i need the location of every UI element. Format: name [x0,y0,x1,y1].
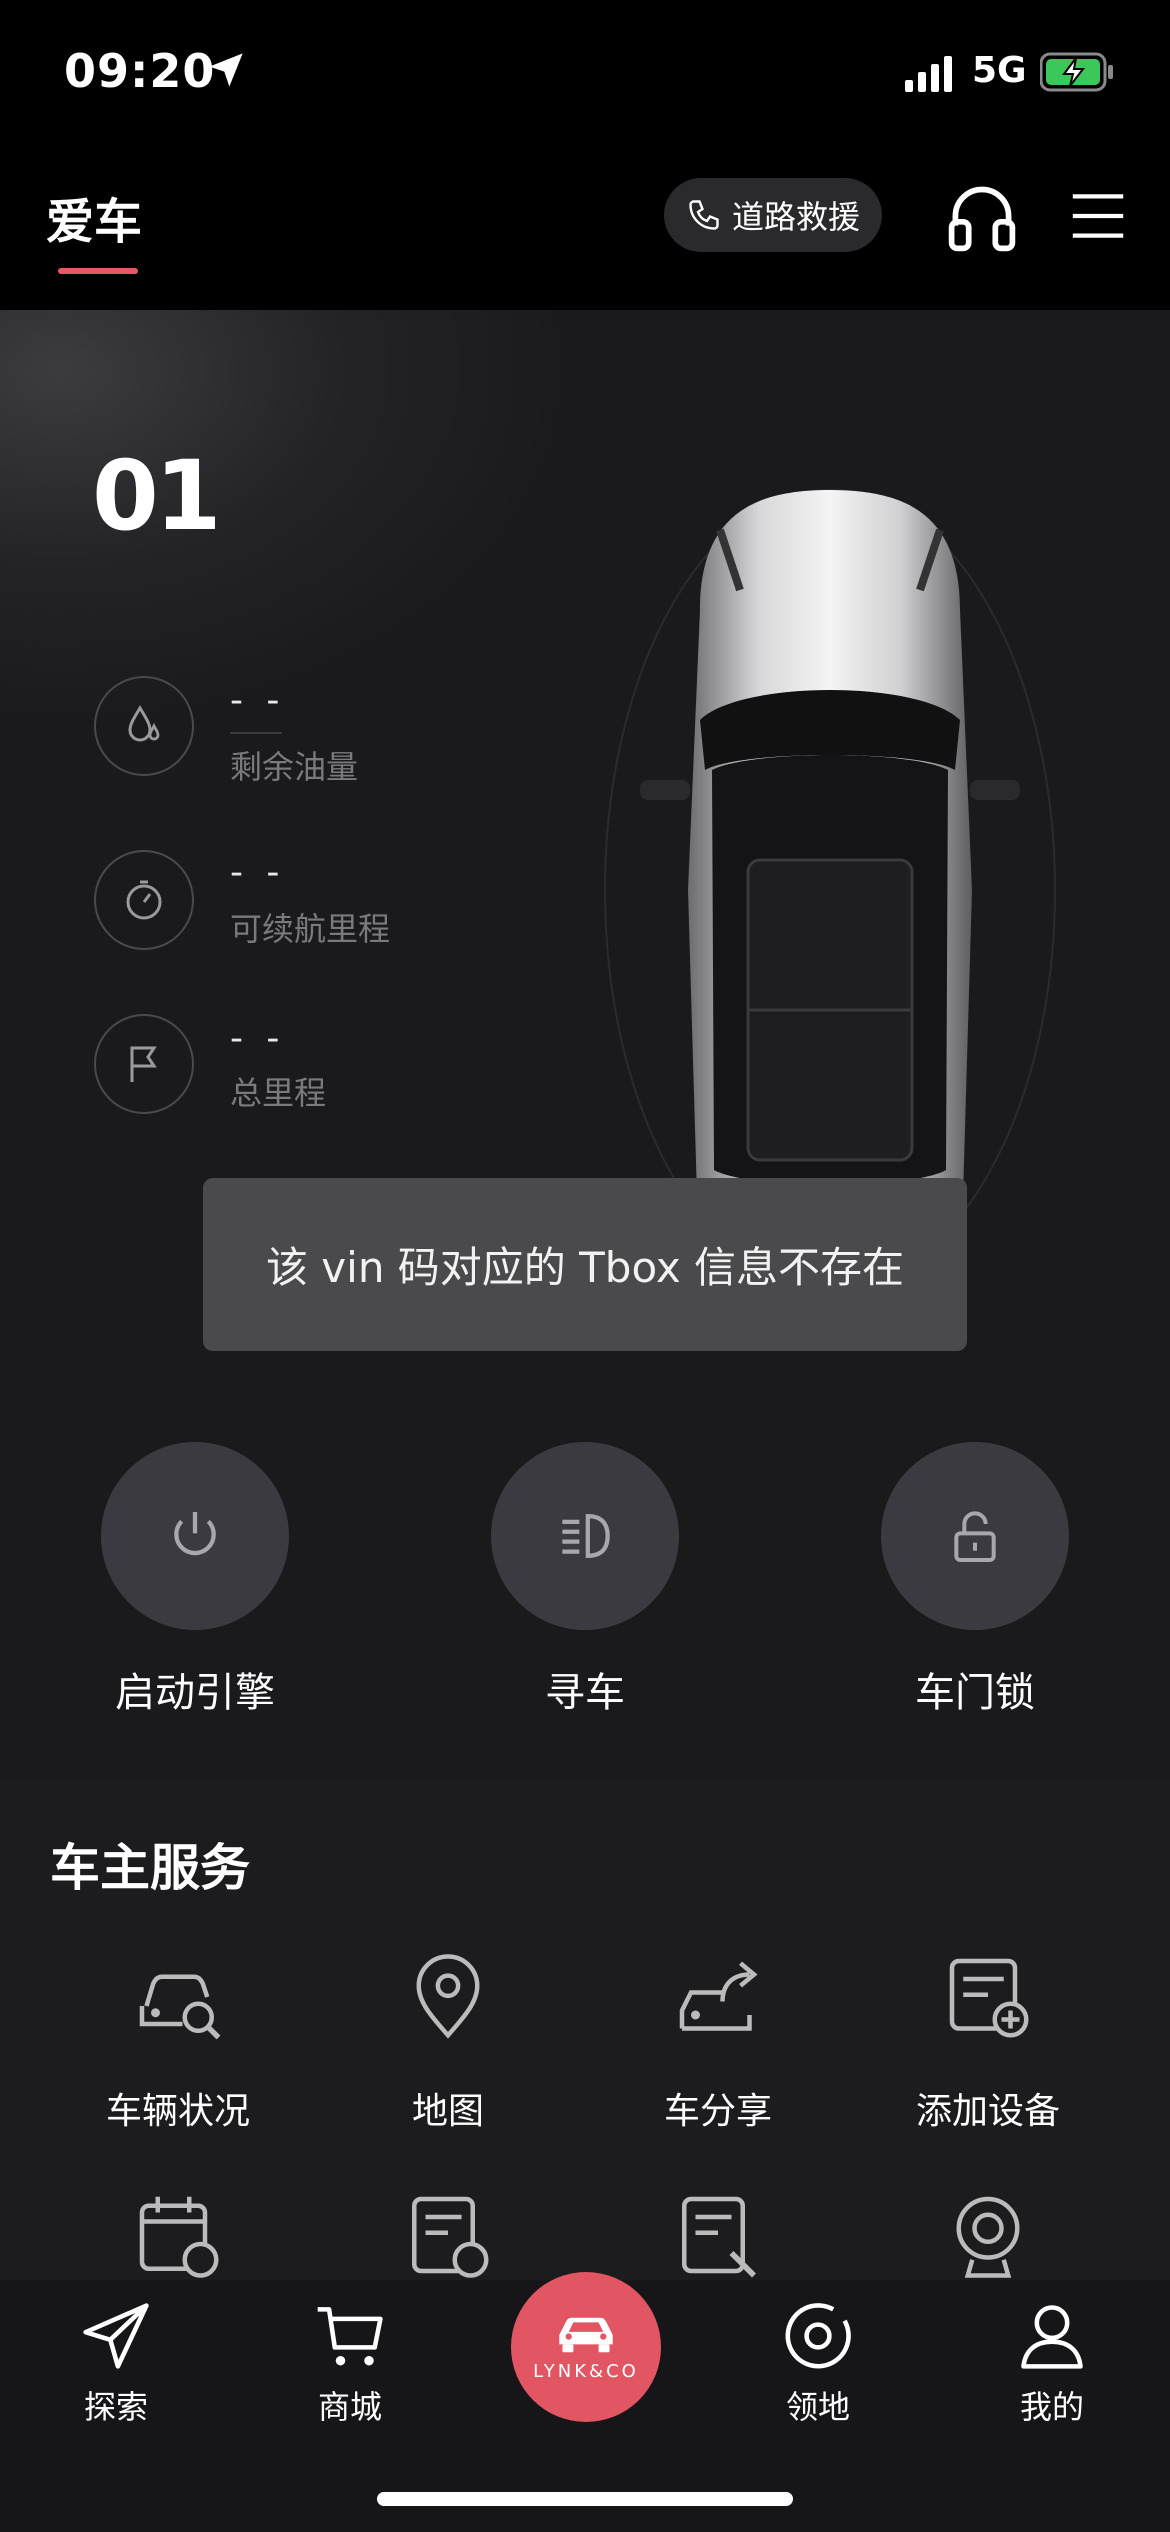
car-icon [559,2317,613,2352]
total-mileage-label: 总里程 [230,1074,327,1112]
doc-wrench-icon[interactable] [673,2190,763,2280]
calendar-clock-icon[interactable] [133,2190,223,2280]
nav-mine[interactable]: 我的 [982,2298,1122,2428]
car-search-icon[interactable] [133,1952,223,2042]
flag-icon [94,1014,194,1114]
lock-open-icon [954,1511,996,1562]
tab-active-indicator [58,268,138,274]
send-icon [83,2303,149,2369]
car-share-icon[interactable] [673,1952,763,2042]
nav-explore-label: 探索 [83,2388,148,2426]
toast-message: 该 vin 码对应的 Tbox 信息不存在 [203,1178,967,1351]
nav-mall-label: 商城 [317,2388,382,2426]
home-indicator[interactable] [377,2492,793,2506]
speedometer-icon [94,850,194,950]
road-rescue-label: 道路救援 [731,198,860,236]
find-car-label: 寻车 [545,1670,625,1716]
total-mileage-value: - - [230,1018,286,1059]
tab-my-car[interactable]: 爱车 [46,182,142,252]
camera-icon[interactable] [943,2190,1033,2280]
signal-icon [905,56,952,92]
phone-icon [689,200,719,230]
nav-mall[interactable]: 商城 [280,2298,420,2428]
stat-divider [230,732,282,734]
vehicle-status-label[interactable]: 车辆状况 [48,2082,308,2134]
owner-services-title: 车主服务 [50,1839,250,1897]
nav-car-center-button[interactable]: LYNK&CO [511,2272,661,2422]
user-icon [1021,2305,1083,2369]
start-engine-button[interactable] [101,1442,289,1630]
power-icon [174,1512,216,1556]
brand-logo-text: LYNK&CO [533,2360,639,2382]
headlight-icon [562,1514,610,1558]
add-device-label[interactable]: 添加设备 [858,2082,1118,2134]
remaining-fuel-value: - - [230,680,286,721]
add-device-icon[interactable] [943,1952,1033,2042]
find-car-button[interactable] [491,1442,679,1630]
fuel-drop-icon [94,676,194,776]
nav-territory[interactable]: 领地 [748,2298,888,2428]
headset-icon[interactable] [944,180,1020,256]
cart-icon [317,2307,383,2366]
nav-territory-label: 领地 [785,2388,850,2426]
nav-explore[interactable]: 探索 [46,2298,186,2428]
map-pin-icon[interactable] [403,1952,493,2042]
doc-refresh-icon[interactable] [403,2190,493,2280]
battery-charging-icon [1040,52,1113,92]
door-lock-button[interactable] [881,1442,1069,1630]
target-icon [785,2303,851,2369]
nav-mine-label: 我的 [1019,2388,1084,2426]
status-time: 09:20 [64,44,216,98]
road-rescue-button[interactable]: 道路救援 [664,178,882,252]
car-share-label[interactable]: 车分享 [588,2082,848,2134]
start-engine-label: 启动引擎 [115,1670,275,1716]
map-label[interactable]: 地图 [318,2082,578,2134]
menu-icon[interactable] [1070,188,1126,244]
location-arrow-icon [209,53,243,87]
remaining-fuel-label: 剩余油量 [230,748,359,786]
door-lock-label: 车门锁 [915,1670,1035,1716]
range-label: 可续航里程 [230,910,391,948]
range-value: - - [230,852,286,893]
vehicle-plate: 01 [92,440,222,552]
network-type: 5G [972,50,1027,91]
